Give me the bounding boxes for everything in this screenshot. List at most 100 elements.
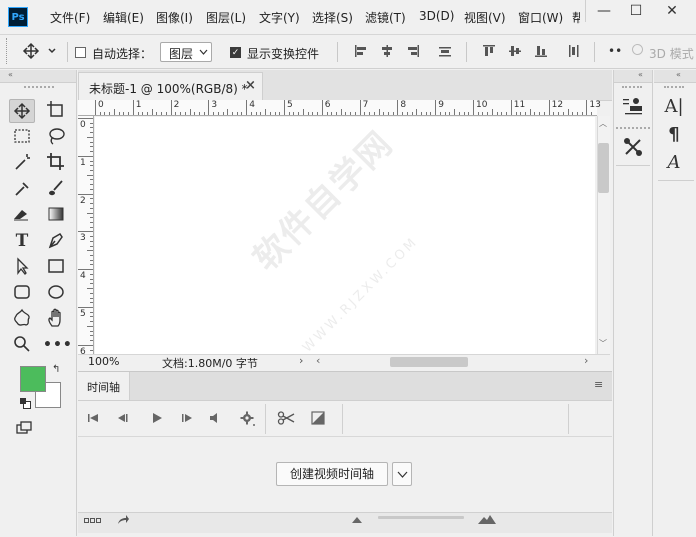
align-right-icon[interactable] [406,44,420,58]
move-tool-preset[interactable] [22,42,56,63]
maximize-button[interactable]: ☐ [620,0,652,22]
zoom-in-mountain-icon[interactable] [478,514,496,524]
rounded-rectangle-tool[interactable] [9,281,35,305]
glyphs-panel-icon[interactable]: A [656,152,692,173]
create-video-timeline-button[interactable]: 创建视频时间轴 [276,462,388,486]
zoom-out-mountain-icon[interactable] [352,517,362,523]
foreground-color-swatch[interactable] [20,366,46,392]
adjustments-tools-icon[interactable] [622,136,644,158]
first-frame-icon[interactable] [86,412,100,424]
show-transform-controls-checkbox[interactable]: ✓ [230,47,241,58]
ruler-tick [293,112,295,115]
more-options-icon[interactable]: •• [608,44,622,58]
close-tab-icon[interactable]: × [245,78,256,93]
eraser-tool[interactable] [9,203,35,227]
menu-file[interactable]: 文件(F) [50,9,90,26]
play-icon[interactable] [150,412,164,424]
auto-select-checkbox[interactable] [75,47,86,58]
panel-menu-icon[interactable]: ≡ [594,378,603,391]
scissors-icon[interactable] [277,411,295,425]
previous-frame-icon[interactable] [116,412,130,424]
menu-filter[interactable]: 滤镜(T) [365,9,406,26]
brush-tool[interactable] [43,177,69,201]
document-tab[interactable]: 未标题-1 @ 100%(RGB/8) * × [78,72,263,100]
options-bar-grip[interactable] [6,38,11,64]
create-timeline-dropdown[interactable] [392,462,412,486]
horizontal-ruler[interactable]: 0 1 2 3 4 5 6 7 8 9 10 11 12 13 [78,100,601,116]
menu-view[interactable]: 视图(V) [464,9,506,26]
pen-tool[interactable] [43,229,69,253]
distribute-vertical-icon[interactable] [566,44,580,58]
tools-panel-grip[interactable] [24,86,54,88]
align-top-icon[interactable] [482,44,496,58]
ruler-tick [175,112,177,115]
timeline-tab[interactable]: 时间轴 [78,372,130,400]
align-vertical-center-icon[interactable] [508,44,522,58]
scroll-left-icon[interactable]: ‹ [316,354,320,367]
eyedropper-tool[interactable] [9,177,35,201]
menu-type[interactable]: 文字(Y) [259,9,300,26]
align-bottom-icon[interactable] [534,44,548,58]
frame-mode-icon[interactable] [84,517,102,525]
panel-column-1-header[interactable]: « [614,70,652,83]
settings-gear-icon[interactable] [240,411,256,427]
minimize-button[interactable]: — [588,0,620,22]
panel-column-2-header[interactable]: « [654,70,696,83]
path-selection-tool[interactable] [9,255,35,279]
horizontal-scroll-thumb[interactable] [390,357,468,367]
zoom-tool[interactable] [9,333,35,357]
panel-grip[interactable] [622,86,642,88]
distribute-icon[interactable] [438,44,452,58]
panel-grip[interactable] [616,127,650,129]
screen-mode-button[interactable] [15,420,35,439]
align-left-icon[interactable] [354,44,368,58]
3d-orbit-icon [632,44,643,55]
custom-shape-tool[interactable] [9,307,35,331]
menu-3d[interactable]: 3D(D) [419,9,454,23]
zoom-level[interactable]: 100% [88,355,119,368]
move-tool[interactable] [9,99,35,123]
lasso-tool[interactable] [43,125,69,149]
ruler-left-label: 3 [80,233,86,244]
properties-icon[interactable] [622,96,644,116]
rectangle-tool[interactable] [43,255,69,279]
menu-help[interactable]: 帮 [572,9,580,26]
paragraph-panel-icon[interactable]: ¶ [656,124,692,145]
align-horizontal-center-icon[interactable] [380,44,394,58]
menu-image[interactable]: 图像(I) [156,9,193,26]
default-colors-icon[interactable] [20,398,31,409]
panel-grip[interactable] [664,86,684,88]
hand-tool[interactable] [43,307,69,331]
more-tools[interactable]: ••• [43,333,72,357]
type-tool[interactable]: T [9,229,35,253]
ruler-tick [132,100,134,115]
ruler-top-label: 12 [551,100,564,110]
scroll-right-icon[interactable]: › [584,354,588,367]
render-arrow-icon[interactable] [116,514,130,526]
menu-select[interactable]: 选择(S) [312,9,353,26]
vertical-ruler[interactable]: 0123456 [78,116,94,357]
vertical-scroll-thumb[interactable] [598,143,609,193]
character-panel-icon[interactable]: A| [656,96,692,117]
auto-select-target-select[interactable]: 图层 [160,42,212,62]
marquee-tool[interactable] [9,125,35,149]
tools-panel-header[interactable]: « [0,70,76,83]
close-button[interactable]: ✕ [656,0,688,22]
next-frame-icon[interactable] [180,412,194,424]
swap-colors-icon[interactable]: ↰ [52,364,60,375]
menu-window[interactable]: 窗口(W) [518,9,563,26]
ellipse-tool[interactable] [43,281,69,305]
gradient-tool[interactable] [43,203,69,227]
ruler-tick [78,155,93,157]
menu-edit[interactable]: 编辑(E) [103,9,144,26]
status-menu-arrow-icon[interactable]: › [299,354,303,367]
scroll-up-icon[interactable]: ︿ [599,118,607,129]
magic-wand-tool[interactable] [9,151,35,175]
artboard-tool[interactable] [43,99,69,123]
menu-layer[interactable]: 图层(L) [206,9,246,26]
crop-tool[interactable] [43,151,69,175]
scroll-down-icon[interactable]: ﹀ [599,338,607,349]
timeline-zoom-slider[interactable] [378,516,464,519]
audio-icon[interactable] [208,412,222,424]
transition-icon[interactable] [311,411,325,425]
